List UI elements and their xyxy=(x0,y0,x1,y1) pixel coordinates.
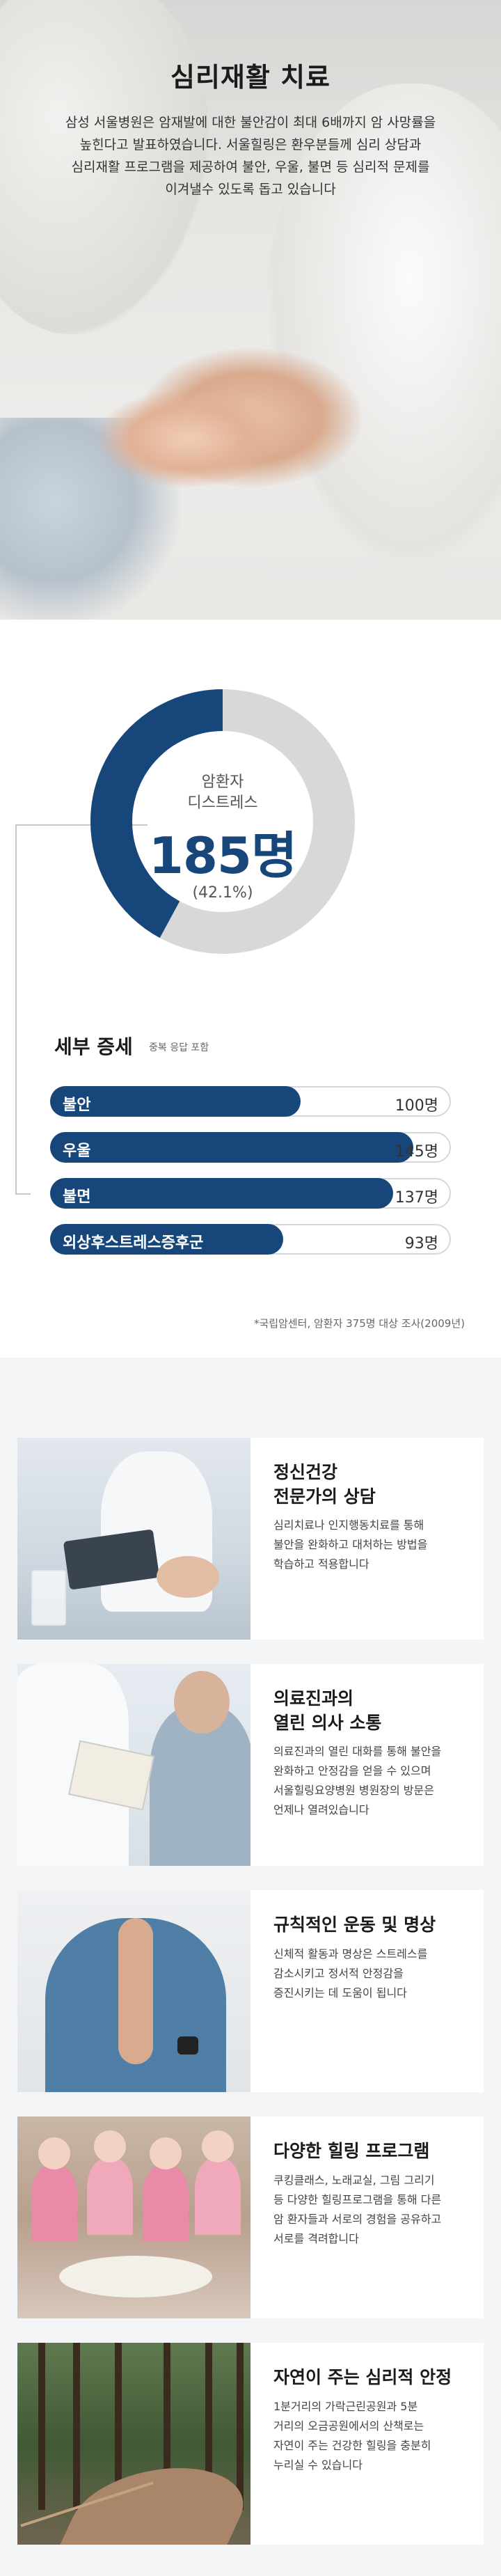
program-card: 자연이 주는 심리적 안정 1분거리의 가락근린공원과 5분 거리의 오금공원에… xyxy=(17,2343,484,2545)
program-text-line: 의료진과의 열린 대화를 통해 불안을 xyxy=(273,1745,442,1758)
program-text-line: 서울힐링요양병원 병원장의 방문은 xyxy=(273,1784,434,1797)
symptom-bar-row: 우울 145명 xyxy=(50,1132,451,1163)
programs-section: 정신건강 전문가의 상담 심리치료나 인지행동치료를 통해 불안을 완화하고 대… xyxy=(0,1358,501,2576)
program-description: 1분거리의 가락근린공원과 5분 거리의 오금공원에서의 산책로는 자연이 주는… xyxy=(273,2397,470,2475)
program-text-line: 감소시키고 정서적 안정감을 xyxy=(273,1967,404,1980)
program-card: 규칙적인 운동 및 명상 신체적 활동과 명상은 스트레스를 감소시키고 정서적… xyxy=(17,1890,484,2092)
symptom-bar-row: 불면 137명 xyxy=(50,1178,451,1209)
detail-note: 중복 응답 포함 xyxy=(149,1042,209,1053)
meditation-photo xyxy=(17,1890,250,2092)
hero-section: 심리재활 치료 삼성 서울병원은 암재발에 대한 불안감이 최대 6배까지 암 … xyxy=(0,0,501,620)
donut-label: 디스트레스 xyxy=(187,794,258,812)
program-title-line: 의료진과의 xyxy=(273,1688,354,1709)
program-title: 자연이 주는 심리적 안정 xyxy=(273,2365,468,2389)
program-description: 쿠킹클래스, 노래교실, 그림 그리기 등 다양한 힐링프로그램을 통해 다른 … xyxy=(273,2171,470,2249)
stats-section: 암환자 디스트레스 185명 (42.1%) 세부 증세 중복 응답 포함 불안… xyxy=(0,620,501,1358)
bar-label: 불안 xyxy=(63,1097,91,1114)
hero-description-line: 삼성 서울병원은 암재발에 대한 불안감이 최대 6배까지 암 사망률을 xyxy=(65,115,436,130)
program-card: 정신건강 전문가의 상담 심리치료나 인지행동치료를 통해 불안을 완화하고 대… xyxy=(17,1438,484,1640)
program-text-line: 암 환자들과 서로의 경험을 공유하고 xyxy=(273,2213,442,2226)
program-text-line: 서로를 격려합니다 xyxy=(273,2232,359,2245)
counseling-photo xyxy=(17,1438,250,1640)
program-title: 다양한 힐링 프로그램 xyxy=(273,2139,468,2163)
healing-program-photo xyxy=(17,2116,250,2318)
hero-description-line: 높힌다고 발표하였습니다. 서울힐링은 환우분들께 심리 상담과 xyxy=(79,137,422,152)
bar-value: 93명 xyxy=(404,1235,438,1252)
program-text-line: 언제나 열려있습니다 xyxy=(273,1803,369,1816)
source-note: *국립암센터, 암환자 375명 대상 조사(2009년) xyxy=(253,1317,465,1330)
program-title-line: 전문가의 상담 xyxy=(273,1486,376,1507)
program-title-line: 정신건강 xyxy=(273,1462,338,1482)
program-title-line: 열린 의사 소통 xyxy=(273,1713,382,1733)
detail-title: 세부 증세 xyxy=(54,1035,133,1058)
program-description: 의료진과의 열린 대화를 통해 불안을 완화하고 안정감을 얻을 수 있으며 서… xyxy=(273,1742,470,1820)
bar-label: 우울 xyxy=(63,1142,91,1160)
bar-value: 100명 xyxy=(395,1097,438,1115)
program-text-line: 등 다양한 힐링프로그램을 통해 다른 xyxy=(273,2193,442,2206)
bar-value: 137명 xyxy=(395,1189,438,1207)
program-text-line: 학습하고 적용합니다 xyxy=(273,1557,369,1571)
forest-trail-photo xyxy=(17,2343,250,2545)
program-text-line: 증진시키는 데 도움이 됩니다 xyxy=(273,1986,407,2000)
bar-label: 외상후스트레스증후군 xyxy=(63,1234,204,1252)
program-title-line: 규칙적인 운동 및 명상 xyxy=(273,1915,436,1935)
program-text-line: 1분거리의 가락근린공원과 5분 xyxy=(273,2400,418,2413)
program-text-line: 완화하고 안정감을 얻을 수 있으며 xyxy=(273,1764,431,1777)
program-title: 의료진과의 열린 의사 소통 xyxy=(273,1686,468,1735)
program-title-line: 자연이 주는 심리적 안정 xyxy=(273,2367,452,2387)
program-text-line: 신체적 활동과 명상은 스트레스를 xyxy=(273,1947,428,1961)
hero-description: 삼성 서울병원은 암재발에 대한 불안감이 최대 6배까지 암 사망률을 높힌다… xyxy=(42,111,459,201)
symptom-bar-row: 외상후스트레스증후군 93명 xyxy=(50,1224,451,1255)
hero-description-line: 심리재활 프로그램을 제공하여 불안, 우울, 불면 등 심리적 문제를 xyxy=(71,159,430,175)
bar-fill xyxy=(50,1132,413,1163)
donut-percent: (42.1%) xyxy=(192,884,253,902)
bar-label: 불면 xyxy=(63,1188,91,1206)
donut-label: 암환자 xyxy=(201,773,244,791)
program-title: 규칙적인 운동 및 명상 xyxy=(273,1913,468,1937)
program-text-line: 쿠킹클래스, 노래교실, 그림 그리기 xyxy=(273,2174,435,2187)
program-card: 의료진과의 열린 의사 소통 의료진과의 열린 대화를 통해 불안을 완화하고 … xyxy=(17,1664,484,1866)
program-text-line: 자연이 주는 건강한 힐링을 충분히 xyxy=(273,2439,431,2452)
program-description: 심리치료나 인지행동치료를 통해 불안을 완화하고 대처하는 방법을 학습하고 … xyxy=(273,1516,470,1574)
program-text-line: 누리실 수 있습니다 xyxy=(273,2458,363,2472)
program-card: 다양한 힐링 프로그램 쿠킹클래스, 노래교실, 그림 그리기 등 다양한 힐링… xyxy=(17,2116,484,2318)
donut-number: 185명 xyxy=(148,826,298,885)
program-title-line: 다양한 힐링 프로그램 xyxy=(273,2141,430,2161)
hero-holding-hands-image xyxy=(97,390,278,487)
page-title: 심리재활 치료 xyxy=(170,62,331,93)
symptom-bar-row: 불안 100명 xyxy=(50,1086,451,1117)
hero-description-line: 이겨낼수 있도록 돕고 있습니다 xyxy=(165,182,336,197)
bracket-connector xyxy=(15,824,31,1195)
program-description: 신체적 활동과 명상은 스트레스를 감소시키고 정서적 안정감을 증진시키는 데… xyxy=(273,1945,470,2003)
donut-center-label: 암환자 디스트레스 185명 (42.1%) xyxy=(90,689,355,954)
program-title: 정신건강 전문가의 상담 xyxy=(273,1460,468,1509)
bar-fill xyxy=(50,1178,393,1209)
program-text-line: 거리의 오금공원에서의 산책로는 xyxy=(273,2419,424,2433)
communication-photo xyxy=(17,1664,250,1866)
program-text-line: 심리치료나 인지행동치료를 통해 xyxy=(273,1518,424,1532)
bar-value: 145명 xyxy=(395,1143,438,1161)
program-text-line: 불안을 완화하고 대처하는 방법을 xyxy=(273,1538,428,1551)
